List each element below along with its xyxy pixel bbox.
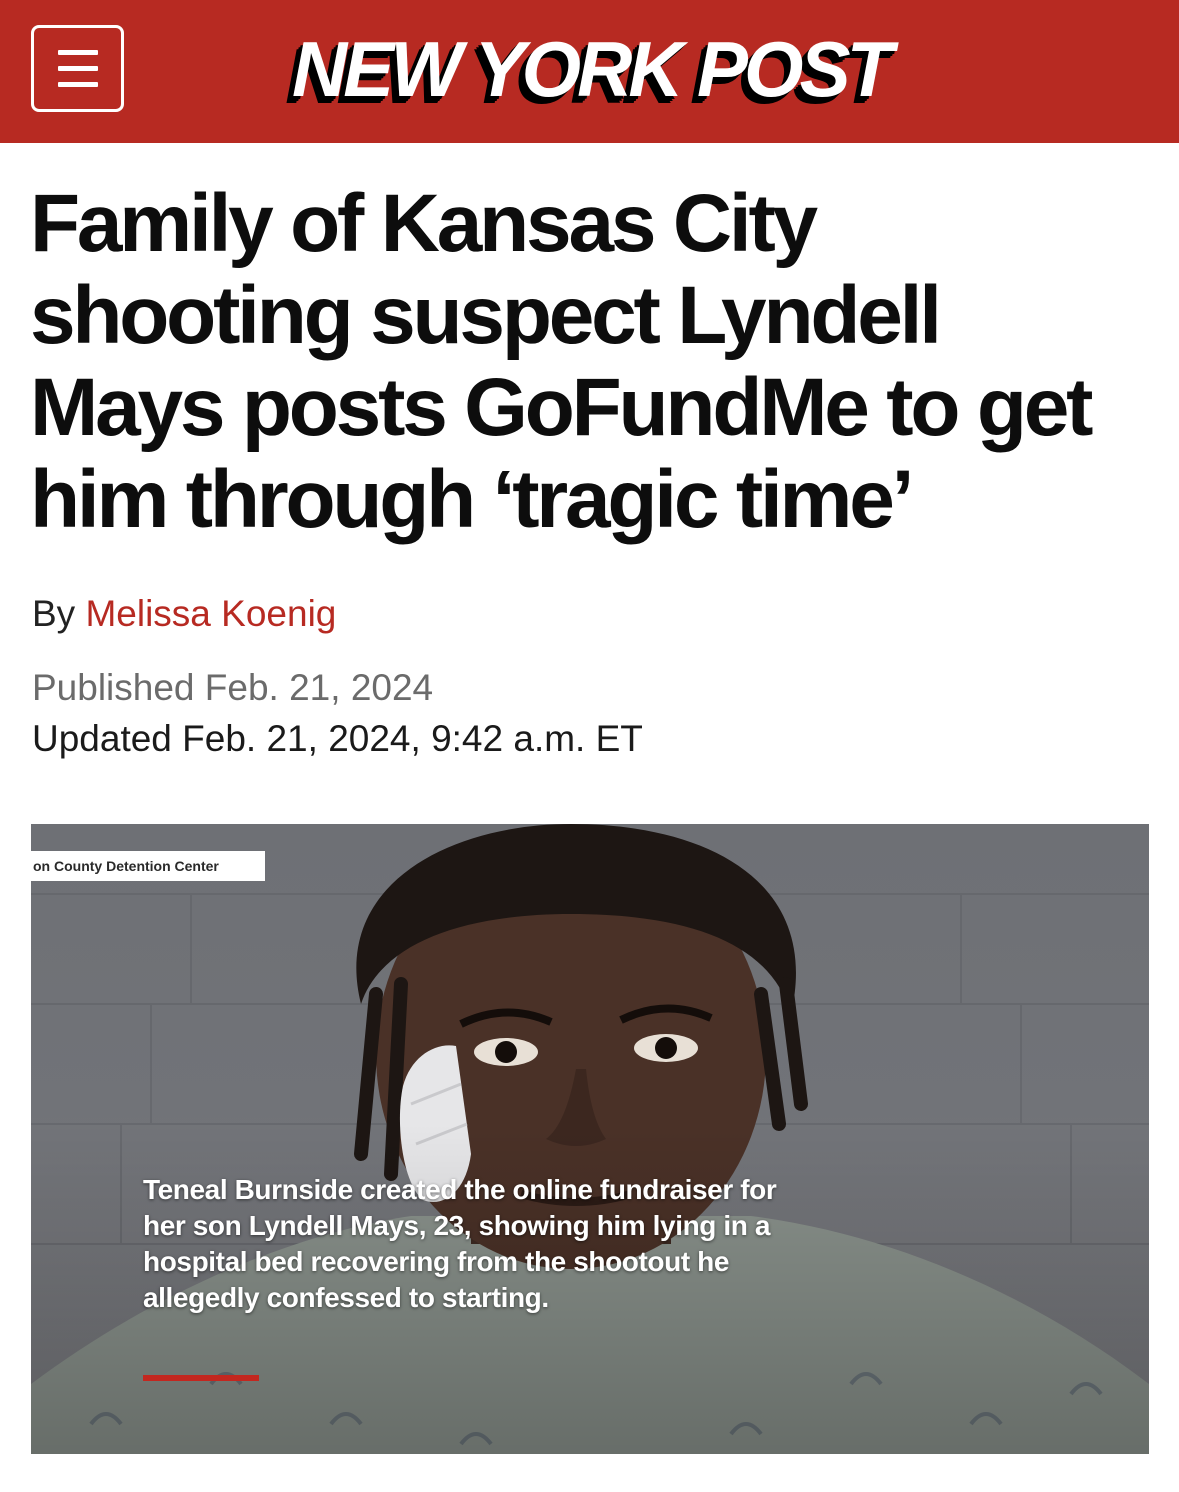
menu-button[interactable]: [31, 25, 124, 112]
published-date: Published Feb. 21, 2024: [32, 667, 434, 708]
photo-caption: Teneal Burnside created the online fundr…: [143, 1174, 777, 1313]
updated-date: Updated Feb. 21, 2024, 9:42 a.m. ET: [32, 718, 643, 759]
mugshot-illustration: [31, 824, 1149, 1454]
byline: By Melissa Koenig: [32, 592, 336, 636]
caption-accent-bar: [143, 1375, 259, 1381]
article-photo[interactable]: on County Detention Center Teneal Burnsi…: [31, 824, 1149, 1454]
author-link[interactable]: Melissa Koenig: [85, 593, 336, 634]
site-logo[interactable]: NEW YORK POST: [292, 24, 893, 114]
site-header: NEW YORK POST: [0, 0, 1179, 143]
article-headline: Family of Kansas City shooting suspect L…: [30, 178, 1093, 545]
byline-prefix: By: [32, 593, 76, 634]
photo-credit: on County Detention Center: [31, 851, 265, 881]
